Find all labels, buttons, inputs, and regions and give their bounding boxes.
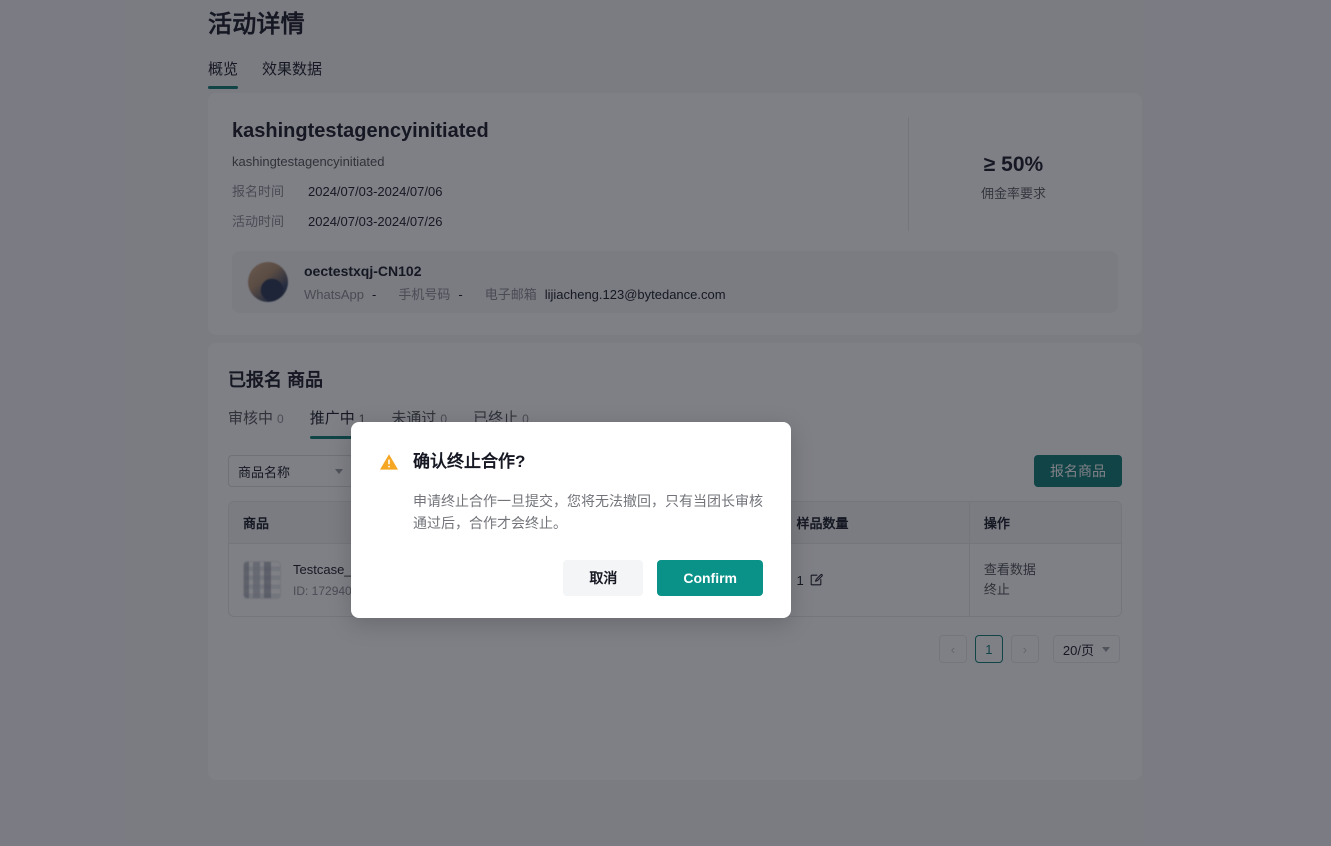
warning-icon bbox=[379, 452, 399, 472]
dialog-message: 申请终止合作一旦提交，您将无法撤回，只有当团长审核通过后，合作才会终止。 bbox=[413, 493, 763, 531]
confirm-button[interactable]: Confirm bbox=[657, 560, 763, 596]
confirm-terminate-dialog: 确认终止合作? 申请终止合作一旦提交，您将无法撤回，只有当团长审核通过后，合作才… bbox=[351, 422, 791, 618]
dialog-title: 确认终止合作? bbox=[413, 452, 526, 471]
cancel-button[interactable]: 取消 bbox=[563, 560, 644, 596]
